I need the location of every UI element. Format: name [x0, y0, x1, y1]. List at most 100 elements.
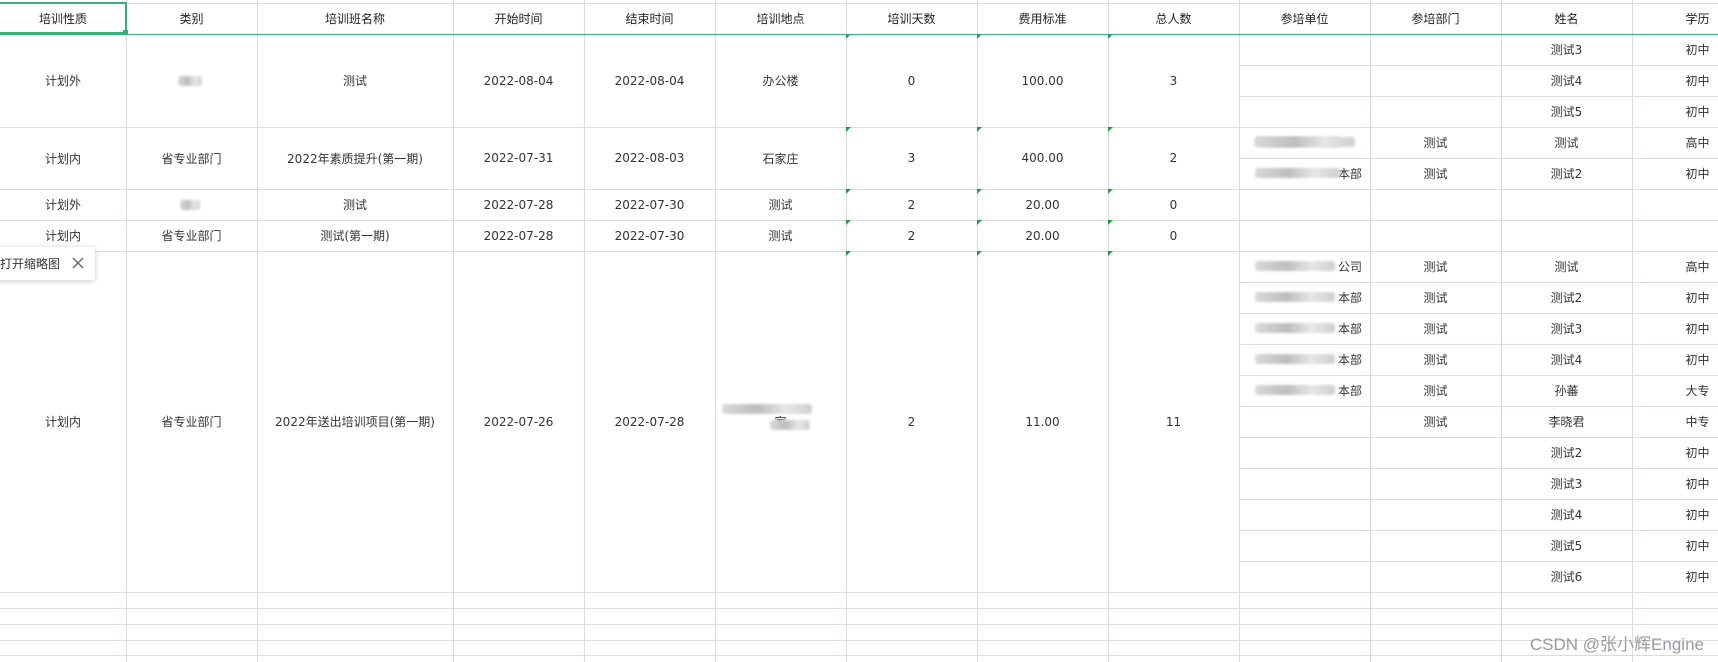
participant-cell-unit[interactable] — [1239, 561, 1370, 592]
course-cell-start[interactable]: 2022-07-28 — [453, 220, 584, 251]
participant-cell-edu[interactable] — [1632, 220, 1718, 251]
course-cell-nature[interactable]: 计划外 — [0, 189, 126, 220]
participant-cell-dept[interactable] — [1370, 34, 1501, 65]
participant-cell-dept[interactable]: 测试 — [1370, 251, 1501, 282]
course-cell-category[interactable]: 省专业部门 — [126, 220, 257, 251]
participant-cell-edu[interactable]: 中专 — [1632, 406, 1718, 437]
course-cell-total[interactable]: 0 — [1108, 189, 1239, 220]
participant-cell-unit[interactable] — [1239, 220, 1370, 251]
participant-cell-person[interactable] — [1501, 189, 1632, 220]
course-cell-total[interactable]: 3 — [1108, 34, 1239, 127]
participant-cell-edu[interactable]: 大专 — [1632, 375, 1718, 406]
course-cell-location[interactable]: 石家庄 — [715, 127, 846, 189]
course-cell-location[interactable]: 测试 — [715, 220, 846, 251]
participant-cell-edu[interactable]: 初中 — [1632, 468, 1718, 499]
participant-cell-edu[interactable]: 初中 — [1632, 65, 1718, 96]
participant-cell-dept[interactable]: 测试 — [1370, 313, 1501, 344]
participant-cell-dept[interactable] — [1370, 530, 1501, 561]
participant-cell-dept[interactable]: 测试 — [1370, 282, 1501, 313]
course-cell-name[interactable]: 测试 — [257, 34, 453, 127]
course-cell-end[interactable]: 2022-07-28 — [584, 251, 715, 592]
course-cell-start[interactable]: 2022-08-04 — [453, 34, 584, 127]
course-cell-start[interactable]: 2022-07-26 — [453, 251, 584, 592]
participant-cell-dept[interactable] — [1370, 499, 1501, 530]
participant-cell-dept[interactable] — [1370, 468, 1501, 499]
column-header[interactable]: 参培部门 — [1370, 3, 1501, 34]
course-cell-location[interactable]: 测试 — [715, 189, 846, 220]
participant-cell-person[interactable]: 测试4 — [1501, 499, 1632, 530]
close-icon[interactable] — [71, 256, 85, 270]
participant-cell-edu[interactable]: 初中 — [1632, 344, 1718, 375]
participant-cell-unit[interactable] — [1239, 96, 1370, 127]
course-cell-end[interactable]: 2022-08-03 — [584, 127, 715, 189]
course-cell-nature[interactable]: 计划内 — [0, 251, 126, 592]
participant-cell-person[interactable]: 测试4 — [1501, 344, 1632, 375]
participant-cell-dept[interactable]: 测试 — [1370, 375, 1501, 406]
participant-cell-dept[interactable] — [1370, 561, 1501, 592]
column-header[interactable]: 总人数 — [1108, 3, 1239, 34]
participant-cell-edu[interactable]: 初中 — [1632, 530, 1718, 561]
participant-cell-unit[interactable] — [1239, 65, 1370, 96]
participant-cell-person[interactable]: 测试6 — [1501, 561, 1632, 592]
participant-cell-unit[interactable] — [1239, 189, 1370, 220]
column-header[interactable]: 类别 — [126, 3, 257, 34]
course-cell-nature[interactable]: 计划内 — [0, 127, 126, 189]
thumbnail-tooltip[interactable]: 打开缩略图 — [0, 247, 95, 280]
participant-cell-dept[interactable] — [1370, 65, 1501, 96]
participant-cell-unit[interactable] — [1239, 530, 1370, 561]
participant-cell-edu[interactable]: 初中 — [1632, 96, 1718, 127]
fill-handle[interactable] — [123, 30, 128, 35]
course-cell-category[interactable]: 省专业部门 — [126, 127, 257, 189]
course-cell-start[interactable]: 2022-07-31 — [453, 127, 584, 189]
participant-cell-edu[interactable] — [1632, 189, 1718, 220]
participant-cell-edu[interactable]: 初中 — [1632, 34, 1718, 65]
course-cell-name[interactable]: 测试(第一期) — [257, 220, 453, 251]
participant-cell-person[interactable]: 测试 — [1501, 127, 1632, 158]
spreadsheet-grid[interactable]: 培训性质 类别 培训班名称 开始时间 结束时间 培训地点 培训天数 费用标准 总人数 参培单位 参培… — [0, 0, 1718, 662]
participant-cell-person[interactable] — [1501, 220, 1632, 251]
participant-cell-edu[interactable]: 初中 — [1632, 313, 1718, 344]
course-cell-end[interactable]: 2022-07-30 — [584, 189, 715, 220]
course-cell-total[interactable]: 0 — [1108, 220, 1239, 251]
course-cell-fee[interactable]: 100.00 — [977, 34, 1108, 127]
participant-cell-person[interactable]: 李晓君 — [1501, 406, 1632, 437]
course-cell-total[interactable]: 2 — [1108, 127, 1239, 189]
course-cell-end[interactable]: 2022-08-04 — [584, 34, 715, 127]
course-cell-days[interactable]: 2 — [846, 189, 977, 220]
participant-cell-person[interactable]: 测试4 — [1501, 65, 1632, 96]
participant-cell-unit[interactable] — [1239, 468, 1370, 499]
participant-cell-dept[interactable] — [1370, 189, 1501, 220]
column-header[interactable]: 费用标准 — [977, 3, 1108, 34]
course-cell-total[interactable]: 11 — [1108, 251, 1239, 592]
participant-cell-dept[interactable] — [1370, 96, 1501, 127]
thumbnail-tooltip-label[interactable]: 打开缩略图 — [0, 255, 60, 272]
participant-cell-dept[interactable]: 测试 — [1370, 406, 1501, 437]
column-header[interactable]: 参培单位 — [1239, 3, 1370, 34]
participant-cell-dept[interactable] — [1370, 220, 1501, 251]
participant-cell-person[interactable]: 测试2 — [1501, 282, 1632, 313]
participant-cell-person[interactable]: 测试3 — [1501, 313, 1632, 344]
participant-cell-unit[interactable] — [1239, 406, 1370, 437]
participant-cell-dept[interactable]: 测试 — [1370, 158, 1501, 189]
column-header[interactable]: 结束时间 — [584, 3, 715, 34]
column-header[interactable]: 培训天数 — [846, 3, 977, 34]
participant-cell-person[interactable]: 测试5 — [1501, 530, 1632, 561]
course-cell-category[interactable]: 省专业部门 — [126, 251, 257, 592]
column-header[interactable]: 姓名 — [1501, 3, 1632, 34]
participant-cell-person[interactable]: 测试2 — [1501, 437, 1632, 468]
participant-cell-dept[interactable] — [1370, 437, 1501, 468]
participant-cell-edu[interactable]: 初中 — [1632, 499, 1718, 530]
course-cell-days[interactable]: 0 — [846, 34, 977, 127]
participant-cell-edu[interactable]: 初中 — [1632, 282, 1718, 313]
course-cell-fee[interactable]: 11.00 — [977, 251, 1108, 592]
participant-cell-edu[interactable]: 高中 — [1632, 127, 1718, 158]
participant-cell-person[interactable]: 孙蕃 — [1501, 375, 1632, 406]
column-header[interactable]: 开始时间 — [453, 3, 584, 34]
participant-cell-person[interactable]: 测试 — [1501, 251, 1632, 282]
participant-cell-person[interactable]: 测试3 — [1501, 34, 1632, 65]
participant-cell-person[interactable]: 测试3 — [1501, 468, 1632, 499]
participant-cell-dept[interactable]: 测试 — [1370, 127, 1501, 158]
column-header[interactable]: 培训班名称 — [257, 3, 453, 34]
participant-cell-edu[interactable]: 初中 — [1632, 158, 1718, 189]
course-cell-fee[interactable]: 20.00 — [977, 220, 1108, 251]
